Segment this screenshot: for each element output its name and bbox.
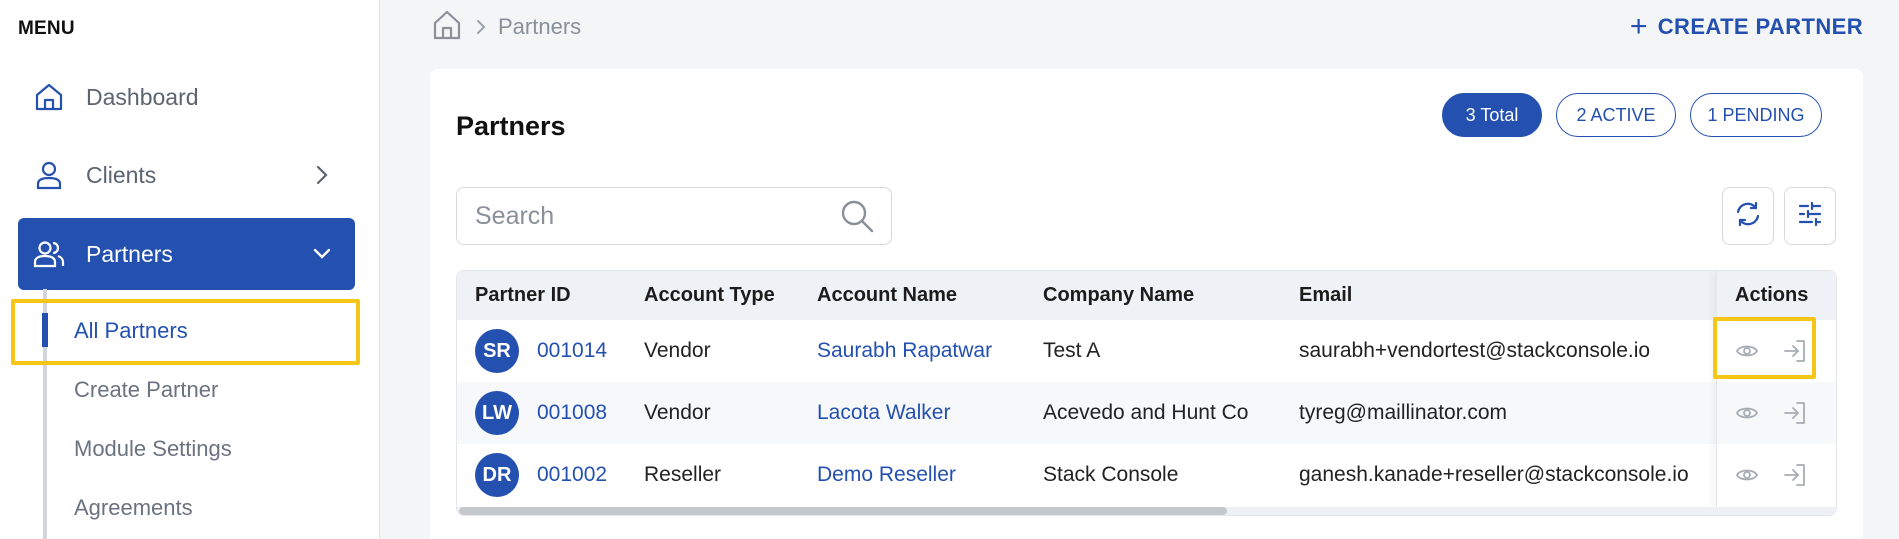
account-type-cell: Vendor bbox=[644, 339, 711, 362]
partner-id-link[interactable]: 001008 bbox=[537, 382, 607, 444]
account-name-link[interactable]: Saurabh Rapatwar bbox=[817, 320, 992, 382]
chevron-right-icon bbox=[311, 164, 333, 186]
company-name-cell: Test A bbox=[1043, 339, 1101, 362]
table-row[interactable]: LW 001008 Vendor Lacota Walker Acevedo a… bbox=[457, 382, 1836, 444]
menu-title: MENU bbox=[18, 18, 75, 39]
actions-cell bbox=[1717, 382, 1836, 444]
view-icon[interactable] bbox=[1733, 399, 1761, 427]
company-name-cell: Stack Console bbox=[1043, 463, 1179, 486]
sidebar-item-label: Partners bbox=[86, 240, 173, 267]
actions-cell bbox=[1717, 444, 1836, 506]
partner-id-link[interactable]: 001014 bbox=[537, 320, 607, 382]
partners-table: Partner ID Account Type Account Name Com… bbox=[456, 270, 1837, 516]
header-account-name[interactable]: Account Name bbox=[817, 271, 957, 320]
actions-column: Actions bbox=[1716, 271, 1836, 515]
create-partner-button[interactable]: + CREATE PARTNER bbox=[1630, 10, 1863, 44]
page-title: Partners bbox=[456, 111, 566, 141]
table-row[interactable]: DR 001002 Reseller Demo Reseller Stack C… bbox=[457, 444, 1836, 506]
partner-id-link[interactable]: 001002 bbox=[537, 444, 607, 506]
pending-pill[interactable]: 1 PENDING bbox=[1690, 93, 1822, 137]
account-type-cell: Vendor bbox=[644, 401, 711, 424]
subnav-item-module-settings[interactable]: Module Settings bbox=[74, 436, 232, 462]
account-name-link[interactable]: Demo Reseller bbox=[817, 444, 956, 506]
login-as-icon[interactable] bbox=[1781, 337, 1809, 365]
sidebar-item-dashboard[interactable]: Dashboard bbox=[18, 61, 355, 133]
view-icon[interactable] bbox=[1733, 337, 1761, 365]
company-name-cell: Acevedo and Hunt Co bbox=[1043, 401, 1249, 424]
horizontal-scrollbar[interactable] bbox=[457, 507, 1836, 515]
subnav-item-all-partners[interactable]: All Partners bbox=[74, 318, 188, 344]
avatar: LW bbox=[475, 391, 519, 435]
sidebar-item-clients[interactable]: Clients bbox=[18, 139, 355, 211]
total-pill[interactable]: 3 Total bbox=[1442, 93, 1542, 137]
actions-cell bbox=[1717, 320, 1836, 382]
create-partner-label: CREATE PARTNER bbox=[1657, 14, 1863, 39]
header-company-name[interactable]: Company Name bbox=[1043, 271, 1194, 320]
plus-icon: + bbox=[1629, 10, 1648, 43]
email-cell: ganesh.kanade+reseller@stackconsole.io bbox=[1299, 463, 1689, 486]
sidebar: MENU Dashboard Clients Partners All Part… bbox=[0, 0, 380, 539]
filter-settings-button[interactable] bbox=[1784, 187, 1836, 245]
search-box bbox=[456, 187, 892, 245]
avatar: SR bbox=[475, 329, 519, 373]
header-account-type[interactable]: Account Type bbox=[644, 271, 775, 320]
email-cell: tyreg@maillinator.com bbox=[1299, 401, 1508, 424]
view-icon[interactable] bbox=[1733, 461, 1761, 489]
header-actions: Actions bbox=[1717, 271, 1836, 320]
chevron-right-icon bbox=[476, 19, 486, 35]
refresh-button[interactable] bbox=[1722, 187, 1774, 245]
breadcrumb-current: Partners bbox=[498, 14, 582, 39]
search-icon[interactable] bbox=[839, 198, 875, 239]
table-row[interactable]: SR 001014 Vendor Saurabh Rapatwar Test A… bbox=[457, 320, 1836, 382]
search-input[interactable] bbox=[457, 201, 817, 231]
refresh-icon bbox=[1734, 200, 1762, 233]
home-icon bbox=[32, 80, 66, 114]
email-cell: saurabh+vendortest@stackconsole.io bbox=[1299, 339, 1651, 362]
sidebar-item-partners[interactable]: Partners bbox=[18, 218, 355, 290]
subnav-item-agreements[interactable]: Agreements bbox=[74, 495, 193, 521]
scrollbar-thumb[interactable] bbox=[459, 507, 1227, 515]
breadcrumb: Partners bbox=[432, 10, 581, 44]
sliders-icon bbox=[1796, 200, 1824, 233]
subnav-item-create-partner[interactable]: Create Partner bbox=[74, 377, 218, 403]
header-partner-id[interactable]: Partner ID bbox=[475, 271, 571, 320]
user-icon bbox=[32, 158, 66, 192]
login-as-icon[interactable] bbox=[1781, 399, 1809, 427]
account-type-cell: Reseller bbox=[644, 463, 722, 486]
sidebar-item-label: Dashboard bbox=[86, 83, 199, 110]
home-icon[interactable] bbox=[432, 9, 462, 46]
subnav-active-marker bbox=[42, 313, 48, 347]
avatar: DR bbox=[475, 453, 519, 497]
login-as-icon[interactable] bbox=[1781, 461, 1809, 489]
active-pill[interactable]: 2 ACTIVE bbox=[1556, 93, 1676, 137]
users-icon bbox=[32, 237, 66, 271]
account-name-link[interactable]: Lacota Walker bbox=[817, 382, 950, 444]
chevron-down-icon bbox=[311, 243, 333, 265]
sidebar-item-label: Clients bbox=[86, 161, 157, 188]
partners-card: Partners 3 Total 2 ACTIVE 1 PENDING Part… bbox=[430, 69, 1863, 539]
header-email[interactable]: Email bbox=[1299, 271, 1352, 320]
table-header: Partner ID Account Type Account Name Com… bbox=[457, 271, 1836, 320]
